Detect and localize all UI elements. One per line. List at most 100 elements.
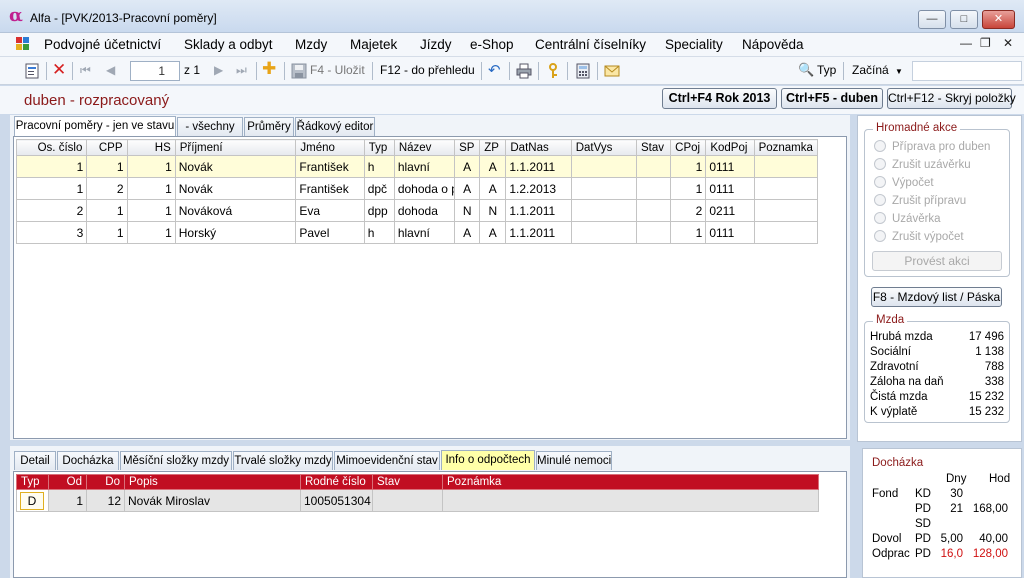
undo-icon[interactable]: ↶ — [488, 61, 501, 79]
tab-prumery[interactable]: Průměry — [244, 117, 294, 136]
table-cell: A — [454, 221, 481, 244]
grid-column-header[interactable]: HS — [126, 139, 176, 156]
menu-centralni[interactable]: Centrální číselníky — [535, 37, 646, 52]
table-cell — [570, 221, 638, 244]
tab-radkovy-editor[interactable]: Řádkový editor — [295, 117, 375, 136]
grid-column-header[interactable]: Do — [86, 474, 125, 490]
mzdovy-list-button[interactable]: F8 - Mzdový list / Páska — [871, 287, 1002, 307]
employees-grid: Os. číslo CPP HS Příjmení Jméno Typ Název SP ZP D… — [15, 139, 819, 244]
grid-column-header[interactable]: Příjmení — [174, 139, 297, 156]
menu-sklady[interactable]: Sklady a odbyt — [184, 37, 273, 52]
tab-dochazka[interactable]: Docházka — [57, 451, 119, 470]
table-cell: h — [363, 221, 395, 244]
tab-mesicni-slozky[interactable]: Měsíční složky mzdy — [120, 451, 232, 470]
filter-mode-select[interactable]: Začíná — [852, 63, 889, 77]
radio-priprava[interactable]: Příprava pro duben — [874, 140, 990, 153]
grid-column-header[interactable]: Stav — [635, 139, 672, 156]
table-cell: 1 — [126, 155, 176, 178]
last-record-icon[interactable]: ⏭ — [236, 63, 247, 78]
grid-column-header[interactable]: Typ — [16, 474, 49, 490]
close-button[interactable]: ✕ — [982, 10, 1015, 29]
next-record-icon[interactable]: ▶ — [214, 63, 223, 77]
menu-speciality[interactable]: Speciality — [665, 37, 723, 52]
mdi-close-icon[interactable]: ✕ — [1003, 36, 1013, 50]
save-button[interactable]: F4 - Uložit — [310, 63, 365, 77]
overview-button[interactable]: F12 - do přehledu — [380, 63, 475, 77]
tab-mimoevidencni[interactable]: Mimoevidenční stav — [334, 451, 440, 470]
grid-column-header[interactable]: Typ — [363, 139, 395, 156]
grid-column-header[interactable]: CPP — [86, 139, 128, 156]
grid-column-header[interactable]: Jméno — [295, 139, 365, 156]
grid-column-header[interactable]: CPoj — [670, 139, 707, 156]
dochazka-col-hod: Hod — [989, 473, 1011, 485]
grid-column-header[interactable]: Os. číslo — [15, 139, 88, 156]
tab-info-odpoctech[interactable]: Info o odpočtech — [441, 450, 535, 470]
grid-column-header[interactable]: Popis — [124, 474, 301, 490]
hide-items-button[interactable]: Ctrl+F12 - Skryj položky — [887, 88, 1016, 109]
tab-minule-nemoci[interactable]: Minulé nemoci — [536, 451, 612, 470]
app-menu-icon[interactable] — [16, 37, 31, 52]
mdi-minimize-icon[interactable]: — — [960, 36, 972, 50]
table-cell: 1 — [126, 199, 176, 222]
maximize-button[interactable]: □ — [950, 10, 978, 29]
table-cell: 1 — [126, 221, 176, 244]
table-row[interactable]: 1 1 1 Novák František h hlavní A A 1.1.2011 1 0111 — [15, 155, 819, 178]
menu-eshop[interactable]: e-Shop — [470, 37, 514, 52]
menu-jizdy[interactable]: Jízdy — [420, 37, 452, 52]
grid-column-header[interactable]: ZP — [479, 139, 507, 156]
radio-vypocet[interactable]: Výpočet — [874, 176, 934, 189]
first-record-icon[interactable]: ⏮ — [80, 63, 91, 78]
table-cell: 12 — [86, 489, 125, 512]
print-icon[interactable] — [516, 63, 532, 79]
tab-pracovni-pomery[interactable]: Pracovní poměry - jen ve stavu — [14, 116, 176, 136]
mzda-title: Mzda — [873, 314, 908, 326]
table-row[interactable]: 121NovákFrantišekdpčdohoda o prAA1.2.201… — [15, 177, 819, 200]
properties-icon[interactable] — [24, 63, 40, 79]
mail-icon[interactable] — [604, 63, 620, 79]
dochazka-dny: 21 — [950, 503, 963, 515]
save-icon[interactable] — [291, 63, 307, 79]
radio-uzaverka[interactable]: Uzávěrka — [874, 212, 941, 225]
year-button[interactable]: Ctrl+F4 Rok 2013 — [662, 88, 777, 109]
grid-column-header[interactable]: Rodné číslo — [300, 474, 373, 490]
grid-column-header[interactable]: KodPoj — [705, 139, 755, 156]
grid-column-header[interactable]: Od — [48, 474, 87, 490]
table-row[interactable]: D 1 12 Novák Miroslav 1005051304 — [16, 489, 819, 512]
tab-vsechny[interactable]: - všechny — [177, 117, 243, 136]
tab-detail[interactable]: Detail — [14, 451, 56, 470]
typ-label[interactable]: Typ — [817, 63, 836, 77]
table-row[interactable]: 2 1 1 Nováková Eva dpp dohoda N N 1.1.2011 2 0211 — [15, 199, 819, 222]
table-row[interactable]: 3 1 1 Horský Pavel h hlavní A A 1.1.2011 1 0111 — [15, 221, 819, 244]
grid-column-header[interactable]: SP — [454, 139, 481, 156]
delete-icon[interactable]: ✕ — [52, 60, 66, 80]
typ-cell-input[interactable]: D — [20, 491, 44, 510]
record-number-field[interactable]: 1 — [130, 61, 180, 81]
mzda-label: Čistá mzda — [870, 391, 928, 403]
grid-column-header[interactable]: Poznamka — [753, 139, 819, 156]
minimize-button[interactable]: — — [918, 10, 946, 29]
grid-column-header[interactable]: DatVys — [570, 139, 638, 156]
prev-record-icon[interactable]: ◀ — [106, 63, 115, 77]
tab-trvale-slozky[interactable]: Trvalé složky mzdy — [233, 451, 333, 470]
radio-zrusit-pripravu[interactable]: Zrušit přípravu — [874, 194, 966, 207]
menu-napoveda[interactable]: Nápověda — [742, 37, 804, 52]
month-button[interactable]: Ctrl+F5 - duben — [781, 88, 883, 109]
radio-zrusit-uzaverku[interactable]: Zrušit uzávěrku — [874, 158, 971, 171]
chevron-down-icon[interactable]: ▼ — [895, 67, 903, 76]
grid-column-header[interactable]: DatNas — [505, 139, 572, 156]
mdi-restore-icon[interactable]: ❐ — [980, 36, 991, 50]
radio-zrusit-vypocet[interactable]: Zrušit výpočet — [874, 230, 964, 243]
table-cell: 1 — [670, 177, 707, 200]
calculator-icon[interactable] — [575, 63, 591, 79]
search-input[interactable] — [912, 61, 1022, 81]
grid-column-header[interactable]: Poznámka — [442, 474, 819, 490]
grid-column-header[interactable]: Stav — [372, 474, 443, 490]
menu-podvojne[interactable]: Podvojné účetnictví — [44, 37, 161, 52]
binoculars-icon[interactable]: 🔍 — [798, 62, 814, 78]
menu-majetek[interactable]: Majetek — [350, 37, 397, 52]
add-icon[interactable]: ✚ — [262, 59, 276, 79]
menu-mzdy[interactable]: Mzdy — [295, 37, 327, 52]
run-action-button[interactable]: Provést akci — [872, 251, 1002, 271]
key-icon[interactable] — [545, 63, 561, 79]
grid-column-header[interactable]: Název — [393, 139, 456, 156]
